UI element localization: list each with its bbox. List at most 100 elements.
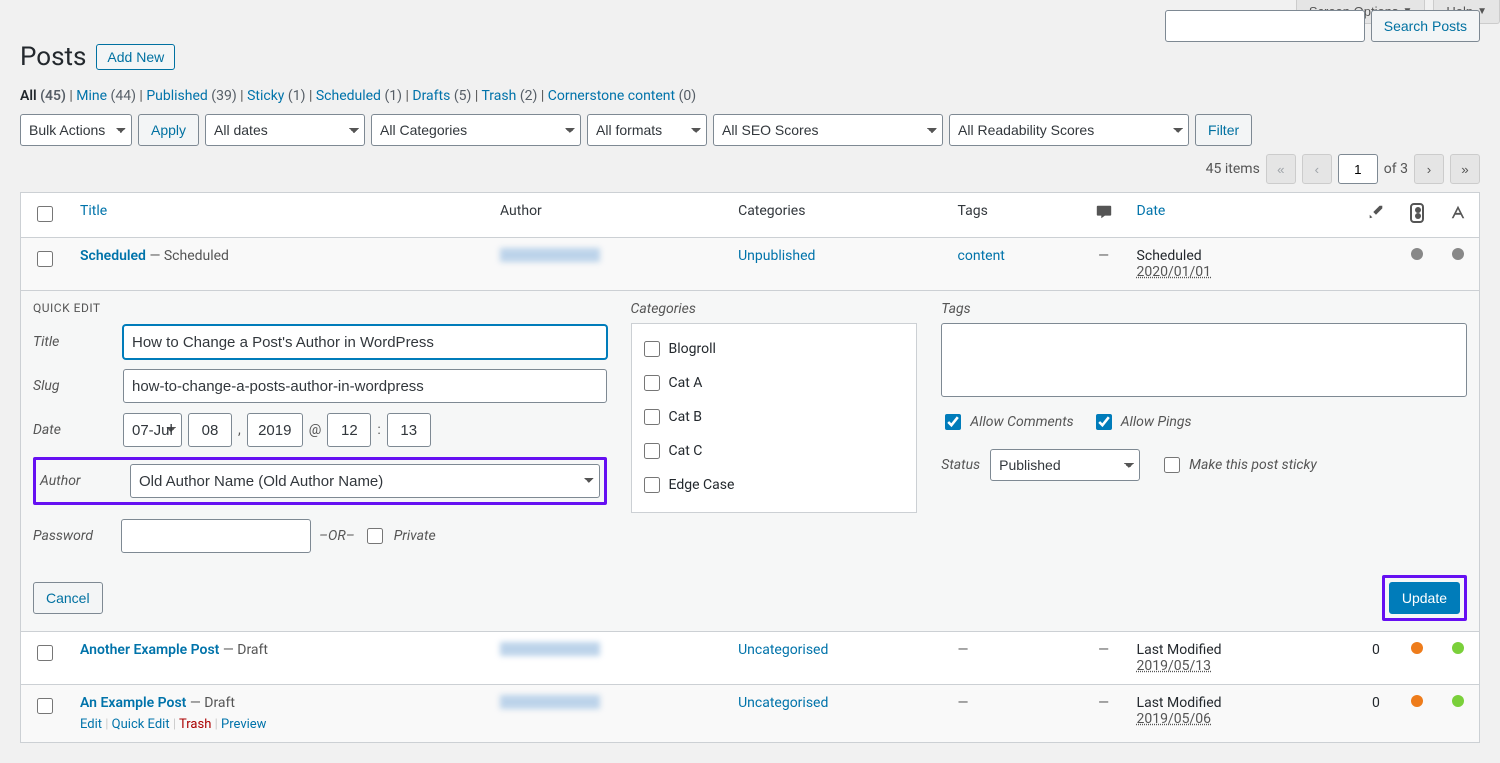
quick-edit-link[interactable]: Quick Edit	[112, 717, 170, 732]
category-link[interactable]: Uncategorised	[738, 642, 828, 658]
col-tags: Tags	[946, 193, 1083, 238]
filter-scheduled[interactable]: Scheduled (1)	[316, 88, 402, 104]
qe-slug-label: Slug	[33, 378, 113, 394]
seo-filter-select[interactable]: All SEO Scores	[713, 114, 943, 146]
links-icon	[1367, 209, 1385, 225]
cat-item: Cat A	[640, 366, 909, 400]
update-button[interactable]: Update	[1389, 582, 1460, 614]
seo-dot-orange	[1411, 642, 1423, 654]
author-blurred	[500, 642, 600, 656]
links-count: 0	[1372, 695, 1380, 711]
qe-title-input[interactable]	[123, 325, 607, 359]
qe-password-input[interactable]	[121, 519, 311, 553]
qe-tags-label: Tags	[941, 301, 1467, 317]
qe-status-select[interactable]: Published	[990, 449, 1140, 481]
filter-drafts[interactable]: Drafts (5)	[412, 88, 471, 104]
row-checkbox[interactable]	[37, 251, 53, 267]
seo-score-icon	[1410, 203, 1424, 223]
row-checkbox[interactable]	[37, 645, 53, 661]
qe-or: –OR–	[319, 528, 355, 544]
format-filter-select[interactable]: All formats	[587, 114, 707, 146]
date-value: 2019/05/13	[1137, 658, 1212, 674]
qe-date-label: Date	[33, 422, 113, 438]
cat-checkbox[interactable]	[644, 375, 660, 391]
readability-filter-select[interactable]: All Readability Scores	[949, 114, 1189, 146]
add-new-button[interactable]: Add New	[96, 44, 175, 70]
col-date[interactable]: Date	[1137, 203, 1166, 219]
qe-private-checkbox[interactable]	[367, 528, 383, 544]
qe-status-label: Status	[941, 457, 980, 473]
date-label: Scheduled	[1137, 248, 1202, 264]
date-value: 2019/05/06	[1137, 711, 1212, 727]
qe-hour-input[interactable]	[327, 413, 371, 447]
date-filter-select[interactable]: All dates	[205, 114, 365, 146]
filter-sticky[interactable]: Sticky (1)	[247, 88, 305, 104]
post-state: — Scheduled	[149, 248, 229, 264]
date-label: Last Modified	[1137, 642, 1222, 658]
row-checkbox[interactable]	[37, 698, 53, 714]
readability-dot-gray	[1452, 248, 1464, 260]
qe-minute-input[interactable]	[387, 413, 431, 447]
cancel-button[interactable]: Cancel	[33, 582, 103, 614]
page-title: Posts	[20, 42, 86, 72]
search-input[interactable]	[1165, 10, 1365, 42]
cat-item: Edge Case	[640, 468, 909, 502]
filter-trash[interactable]: Trash (2)	[481, 88, 537, 104]
filter-mine[interactable]: Mine (44)	[76, 88, 136, 104]
apply-button[interactable]: Apply	[138, 114, 199, 146]
col-title[interactable]: Title	[80, 203, 107, 219]
pagination-items: 45 items	[1206, 161, 1260, 177]
tag-dash: —	[958, 642, 969, 658]
bulk-actions-select[interactable]: Bulk Actions	[20, 114, 132, 146]
update-highlight: Update	[1382, 575, 1467, 621]
preview-link[interactable]: Preview	[221, 717, 266, 732]
last-page-button[interactable]: »	[1450, 154, 1480, 184]
qe-categories-label: Categories	[631, 301, 918, 317]
pagination-total: of 3	[1384, 161, 1408, 177]
category-filter-select[interactable]: All Categories	[371, 114, 581, 146]
qe-year-input[interactable]	[247, 413, 303, 447]
next-page-button[interactable]: ›	[1414, 154, 1444, 184]
cat-checkbox[interactable]	[644, 477, 660, 493]
allow-pings-checkbox[interactable]	[1096, 414, 1112, 430]
current-page-input[interactable]	[1338, 154, 1378, 184]
search-posts-button[interactable]: Search Posts	[1371, 10, 1480, 42]
allow-comments-checkbox[interactable]	[945, 414, 961, 430]
category-link[interactable]: Uncategorised	[738, 695, 828, 711]
edit-link[interactable]: Edit	[80, 717, 102, 732]
post-title-link[interactable]: An Example Post	[80, 695, 186, 711]
cat-checkbox[interactable]	[644, 409, 660, 425]
filter-all[interactable]: All (45)	[20, 88, 66, 104]
qe-day-input[interactable]	[188, 413, 232, 447]
post-title-link[interactable]: Another Example Post	[80, 642, 219, 658]
quick-edit-header: QUICK EDIT	[33, 301, 607, 315]
prev-page-button[interactable]: ‹	[1302, 154, 1332, 184]
qe-author-select[interactable]: Old Author Name (Old Author Name)	[130, 464, 600, 498]
qe-author-highlight: Author Old Author Name (Old Author Name)	[33, 457, 607, 505]
select-all-checkbox[interactable]	[37, 206, 53, 222]
readability-dot-green	[1452, 642, 1464, 654]
cat-item: Cat C	[640, 434, 909, 468]
category-link[interactable]: Unpublished	[738, 248, 815, 264]
seo-dot-gray	[1411, 248, 1423, 260]
trash-link[interactable]: Trash	[179, 717, 211, 732]
cat-checkbox[interactable]	[644, 443, 660, 459]
qe-slug-input[interactable]	[123, 369, 607, 403]
tag-link[interactable]: content	[958, 248, 1005, 264]
table-row: Another Example Post — Draft Uncategoris…	[21, 632, 1480, 685]
qe-tags-textarea[interactable]	[941, 323, 1467, 397]
date-label: Last Modified	[1137, 695, 1222, 711]
cat-checkbox[interactable]	[644, 341, 660, 357]
qe-sticky-checkbox[interactable]	[1164, 457, 1180, 473]
author-blurred	[500, 248, 600, 262]
first-page-button[interactable]: «	[1266, 154, 1296, 184]
filter-published[interactable]: Published (39)	[146, 88, 236, 104]
author-blurred	[500, 695, 600, 709]
qe-categories-list[interactable]: Blogroll Cat A Cat B Cat C Edge Case	[631, 323, 918, 513]
qe-month-select[interactable]: 07-Jul	[123, 413, 182, 447]
filter-button[interactable]: Filter	[1195, 114, 1252, 146]
post-title-link[interactable]: Scheduled	[80, 248, 146, 264]
filter-cornerstone[interactable]: Cornerstone content (0)	[548, 88, 696, 104]
comment-icon	[1095, 209, 1113, 225]
qe-password-label: Password	[33, 528, 113, 544]
